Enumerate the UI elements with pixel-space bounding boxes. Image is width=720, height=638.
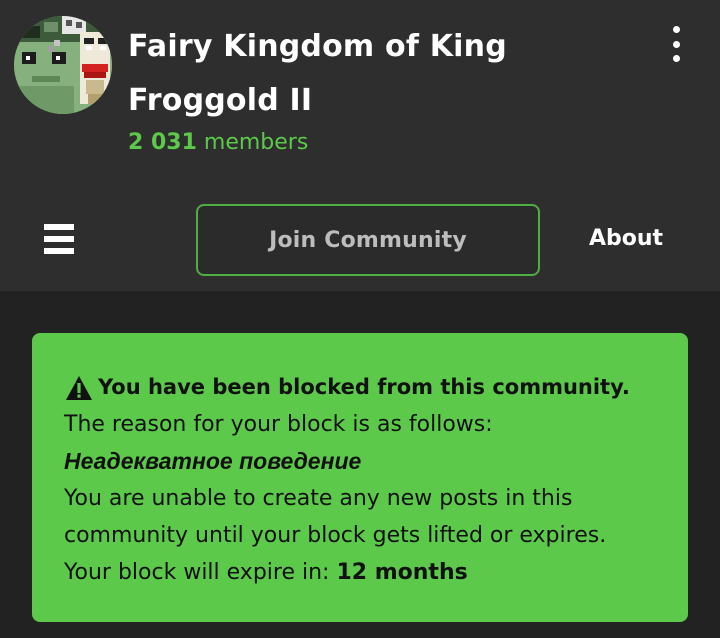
block-expiry: Your block will expire in: 12 months <box>64 554 668 591</box>
tab-about[interactable]: About <box>574 222 678 256</box>
block-notice: You have been blocked from this communit… <box>32 333 688 622</box>
vertical-ellipsis-icon[interactable] <box>660 26 692 62</box>
block-reason: Неадекватное поведение <box>64 448 362 474</box>
hamburger-bar <box>44 248 74 254</box>
community-header: Fairy Kingdom of King Froggold II 2 031 … <box>0 0 720 291</box>
ellipsis-dot <box>672 40 680 48</box>
ellipsis-dot <box>672 55 680 62</box>
community-title: Fairy Kingdom of King Froggold II <box>128 29 507 118</box>
member-count: 2 031 members <box>128 128 308 158</box>
hamburger-menu-icon[interactable] <box>44 224 76 254</box>
block-expiry-label: Your block will expire in: <box>64 560 330 585</box>
hamburger-bar <box>44 224 74 230</box>
community-avatar[interactable] <box>14 16 112 114</box>
member-count-label: members <box>203 130 309 155</box>
member-count-value: 2 031 <box>128 130 197 155</box>
block-expiry-value: 12 months <box>336 560 468 585</box>
block-notice-headline: You have been blocked from this communit… <box>64 369 668 406</box>
hamburger-bar <box>44 236 74 242</box>
frog-king-avatar-icon <box>14 16 112 114</box>
ellipsis-dot <box>672 26 680 33</box>
warning-triangle-icon <box>66 375 92 400</box>
block-headline-text: You have been blocked from this communit… <box>98 375 630 399</box>
join-community-button[interactable]: Join Community <box>196 204 540 276</box>
block-reason-intro: The reason for your block is as follows: <box>64 412 493 437</box>
block-explanation: You are unable to create any new posts i… <box>64 486 607 548</box>
